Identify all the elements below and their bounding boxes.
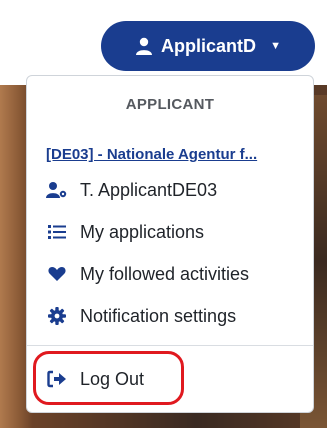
menu-item-my-applications[interactable]: My applications	[46, 218, 204, 246]
heart-icon	[46, 263, 68, 285]
logout-highlight-annotation	[33, 351, 184, 405]
user-gear-icon	[46, 179, 68, 201]
menu-item-notification-settings[interactable]: Notification settings	[46, 302, 236, 330]
menu-item-followed-activities[interactable]: My followed activities	[46, 260, 249, 288]
menu-section-title: APPLICANT	[125, 96, 215, 113]
menu-item-label: T. ApplicantDE03	[80, 179, 218, 200]
menu-divider	[27, 345, 313, 346]
user-icon	[135, 37, 153, 55]
menu-item-label: My followed activities	[80, 263, 250, 284]
caret-down-icon: ▼	[270, 40, 281, 52]
menu-item-label: My applications	[80, 221, 205, 242]
organization-link[interactable]: [DE03] - Nationale Agentur f...	[46, 146, 257, 163]
user-menu-button[interactable]: ApplicantD ▼	[101, 21, 315, 71]
user-menu-label: ApplicantD	[161, 35, 257, 56]
menu-item-profile[interactable]: T. ApplicantDE03	[46, 176, 217, 204]
menu-item-label: Notification settings	[80, 305, 237, 326]
list-icon	[46, 221, 68, 243]
gear-icon	[46, 305, 68, 327]
